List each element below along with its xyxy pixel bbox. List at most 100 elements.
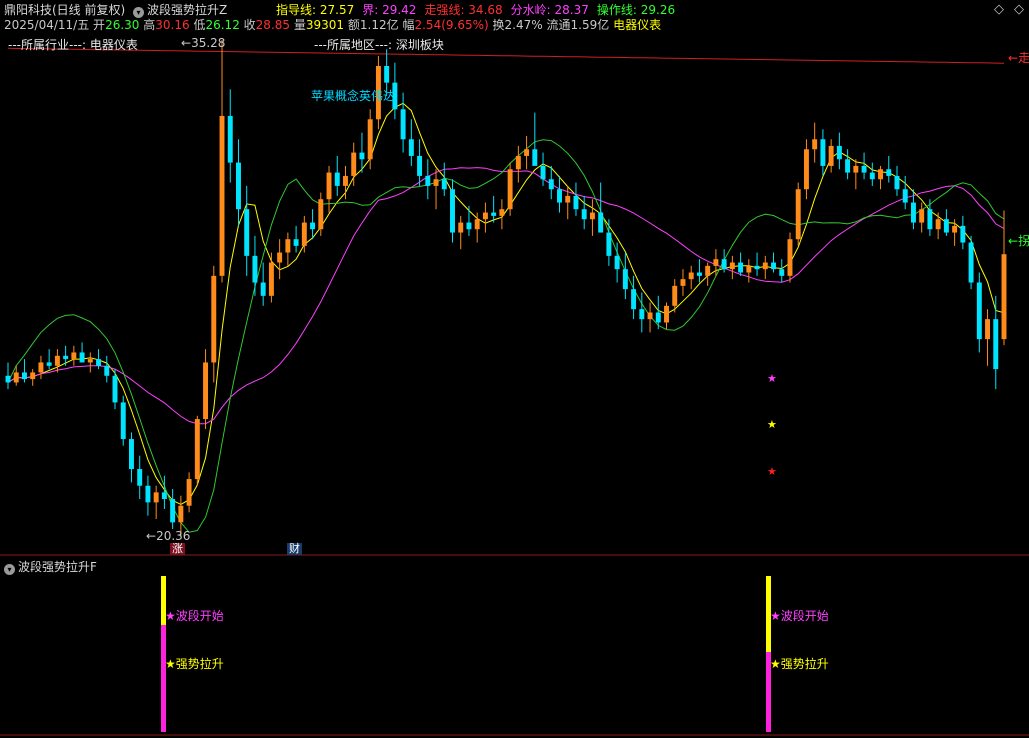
kline-chart[interactable] xyxy=(0,0,1029,556)
diamond-icon[interactable]: ◇ xyxy=(994,2,1004,17)
candle-up xyxy=(680,279,686,286)
star-icon: ★ xyxy=(767,372,777,385)
candle-up xyxy=(203,362,209,420)
candle-up xyxy=(985,319,991,340)
candle-down xyxy=(359,152,365,160)
candle-down xyxy=(894,175,900,190)
candle-up xyxy=(13,372,19,383)
dropdown-icon[interactable]: ▾ xyxy=(133,7,145,18)
candle-down xyxy=(532,149,538,166)
candle-down xyxy=(655,312,661,323)
candle-up xyxy=(499,209,505,216)
indicator-item: 走强线: 34.68 xyxy=(424,3,502,17)
indicator-item: 界: 29.42 xyxy=(362,3,416,17)
candle-down xyxy=(408,139,414,156)
candle-down xyxy=(244,209,250,256)
candle-up xyxy=(351,152,357,176)
indicator-name[interactable]: 波段强势拉升Z xyxy=(147,3,227,17)
candle-up xyxy=(828,145,834,166)
candle-down xyxy=(581,209,587,220)
candle-up xyxy=(268,262,274,296)
indicator-label: 指导线: xyxy=(276,3,317,17)
candle-up xyxy=(878,169,883,180)
signal-panel[interactable] xyxy=(0,557,1029,738)
candle-up xyxy=(672,285,678,306)
indicator-value: 34.68 xyxy=(464,3,503,17)
candle-up xyxy=(812,139,818,150)
candle-down xyxy=(104,365,110,376)
indicator-label: 界: xyxy=(362,3,379,17)
candle-down xyxy=(976,282,982,340)
candle-up xyxy=(30,372,36,380)
candle-up xyxy=(853,165,859,173)
candle-down xyxy=(129,439,134,470)
candle-down xyxy=(260,282,266,296)
candle-down xyxy=(161,492,167,500)
indicator-lines xyxy=(7,47,1005,533)
candle-up xyxy=(762,262,768,270)
star-icon: ★ xyxy=(770,657,781,671)
candle-down xyxy=(540,165,546,180)
star-icon: ★ xyxy=(767,418,777,431)
right-red-label: 走 xyxy=(1018,51,1029,65)
candle-down xyxy=(622,269,628,290)
candle-up xyxy=(803,149,809,190)
candle-up xyxy=(647,312,653,320)
candle-down xyxy=(417,155,423,176)
dropdown-icon[interactable]: ▾ xyxy=(4,564,15,575)
candle-down xyxy=(293,239,299,246)
candle-down xyxy=(96,359,102,366)
candle-down xyxy=(63,355,69,360)
candle-up xyxy=(71,352,77,360)
diamond-icon[interactable]: ◇ xyxy=(1014,2,1024,17)
candle-up xyxy=(318,199,324,230)
candle-up xyxy=(474,219,480,230)
candle-up xyxy=(38,362,44,373)
candle-up xyxy=(285,239,291,253)
indicator-item: 分水岭: 28.37 xyxy=(511,3,589,17)
badge-cai[interactable]: 财 xyxy=(287,543,302,555)
badge-zhang[interactable]: 涨 xyxy=(170,543,185,555)
candle-up xyxy=(54,355,60,366)
turnover-label: 换 xyxy=(492,18,505,32)
indicator-label: 走强线: xyxy=(424,3,465,17)
quote-date: 2025/04/11/五 xyxy=(4,18,90,32)
candle-up xyxy=(515,155,521,170)
sub-panel-title[interactable]: 波段强势拉升F xyxy=(18,560,97,574)
operation-line xyxy=(7,139,1005,533)
region-line: ---所属地区---: 深圳板块 xyxy=(314,38,444,52)
candle-up xyxy=(178,505,184,523)
turnover-value: 2.47% xyxy=(504,18,543,32)
candle-down xyxy=(631,289,637,310)
candle-down xyxy=(910,202,916,223)
candle-up xyxy=(433,179,439,186)
guide-line xyxy=(7,102,1005,505)
candle-down xyxy=(548,179,554,190)
indicator-label: 操作线: xyxy=(596,3,637,17)
low-value: 26.12 xyxy=(205,18,240,32)
candle-down xyxy=(466,222,472,230)
candle-down xyxy=(441,179,447,190)
low-label: 低 xyxy=(193,18,206,32)
close-value: 28.85 xyxy=(255,18,291,32)
signal-label-strong: ★强势拉升 xyxy=(770,657,829,671)
candle-down xyxy=(886,169,892,176)
stock-title[interactable]: 鼎阳科技(日线 前复权) xyxy=(4,3,125,17)
candle-down xyxy=(46,362,52,366)
candle-down xyxy=(869,172,875,180)
candle-down xyxy=(236,162,241,210)
signal-label-start: ★波段开始 xyxy=(770,609,829,623)
candle-down xyxy=(738,262,744,273)
candle-down xyxy=(754,265,760,270)
candle-down xyxy=(861,165,867,173)
candle-up xyxy=(664,305,669,323)
candle-up xyxy=(277,252,283,263)
strong-line xyxy=(7,47,1005,64)
industry-value: 电器仪表 xyxy=(613,18,662,32)
float-value: 1.59亿 xyxy=(570,18,610,32)
candle-down xyxy=(120,402,126,440)
signal-start-text: 波段开始 xyxy=(175,609,224,623)
candle-up xyxy=(186,479,192,506)
star-icon: ★ xyxy=(165,609,176,623)
indicator-value: 28.37 xyxy=(550,3,589,17)
